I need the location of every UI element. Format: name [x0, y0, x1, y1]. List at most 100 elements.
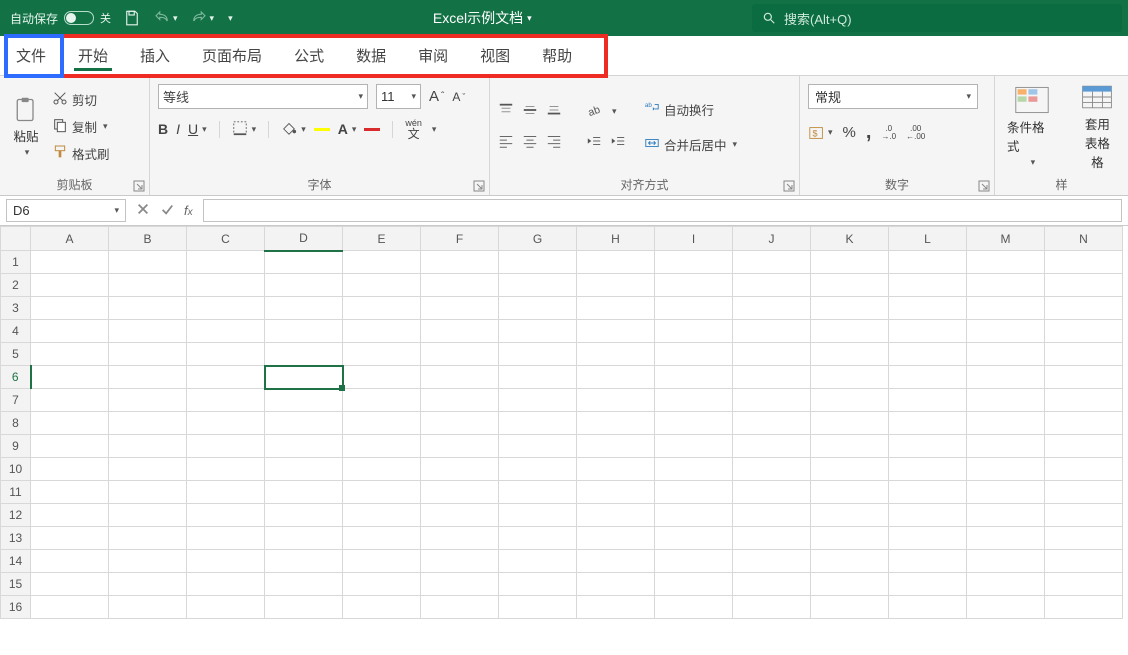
row-header[interactable]: 13 [1, 527, 31, 550]
cell[interactable] [343, 435, 421, 458]
cell[interactable] [187, 412, 265, 435]
cell[interactable] [811, 481, 889, 504]
cell[interactable] [31, 435, 109, 458]
decrease-indent-button[interactable] [586, 133, 602, 152]
conditional-formatting-button[interactable]: 条件格式▾ [1003, 83, 1061, 170]
cell[interactable] [733, 481, 811, 504]
cell[interactable] [343, 596, 421, 619]
cell[interactable] [421, 573, 499, 596]
cell[interactable] [187, 251, 265, 274]
cell[interactable] [655, 504, 733, 527]
cell[interactable] [577, 573, 655, 596]
cell[interactable] [733, 435, 811, 458]
cell[interactable] [967, 596, 1045, 619]
column-header[interactable]: C [187, 227, 265, 251]
formula-input[interactable] [203, 199, 1122, 222]
cell[interactable] [343, 274, 421, 297]
row-header[interactable]: 16 [1, 596, 31, 619]
cell[interactable] [109, 458, 187, 481]
cell[interactable] [889, 504, 967, 527]
worksheet-grid[interactable]: ABCDEFGHIJKLMN12345678910111213141516 [0, 226, 1128, 655]
row-header[interactable]: 2 [1, 274, 31, 297]
cell[interactable] [343, 481, 421, 504]
cell[interactable] [187, 343, 265, 366]
cell[interactable] [1045, 343, 1123, 366]
cell[interactable] [577, 550, 655, 573]
cell[interactable] [967, 274, 1045, 297]
column-header[interactable]: I [655, 227, 733, 251]
tab-help[interactable]: 帮助 [526, 36, 588, 75]
cell[interactable] [655, 274, 733, 297]
cell[interactable] [655, 297, 733, 320]
cell[interactable] [109, 389, 187, 412]
cell[interactable] [655, 412, 733, 435]
orientation-button[interactable]: ab [586, 102, 602, 121]
cell[interactable] [967, 412, 1045, 435]
cell[interactable] [811, 550, 889, 573]
cell[interactable] [499, 412, 577, 435]
tab-view[interactable]: 视图 [464, 36, 526, 75]
cell[interactable] [31, 343, 109, 366]
cell[interactable] [655, 435, 733, 458]
cell[interactable] [967, 320, 1045, 343]
cell[interactable] [655, 550, 733, 573]
cell[interactable] [889, 481, 967, 504]
cell[interactable] [733, 297, 811, 320]
cell[interactable] [811, 343, 889, 366]
borders-button[interactable]: ▾ [232, 120, 257, 139]
row-header[interactable]: 6 [1, 366, 31, 389]
cell[interactable] [811, 274, 889, 297]
cell[interactable] [265, 458, 343, 481]
font-size-select[interactable]: 11▾ [376, 84, 421, 109]
cell[interactable] [421, 366, 499, 389]
column-header[interactable]: J [733, 227, 811, 251]
cell[interactable] [265, 504, 343, 527]
cut-button[interactable]: 剪切 [50, 88, 112, 111]
cell[interactable] [31, 596, 109, 619]
cell[interactable] [577, 389, 655, 412]
cell[interactable] [109, 573, 187, 596]
cell[interactable] [499, 389, 577, 412]
row-header[interactable]: 3 [1, 297, 31, 320]
cell[interactable] [265, 343, 343, 366]
cell[interactable] [655, 596, 733, 619]
cell[interactable] [655, 458, 733, 481]
cell[interactable] [577, 343, 655, 366]
cell[interactable] [343, 320, 421, 343]
cell[interactable] [889, 274, 967, 297]
cell[interactable] [187, 458, 265, 481]
tab-insert[interactable]: 插入 [124, 36, 186, 75]
cell[interactable] [967, 366, 1045, 389]
row-header[interactable]: 11 [1, 481, 31, 504]
cell[interactable] [811, 366, 889, 389]
cell[interactable] [187, 504, 265, 527]
cell[interactable] [889, 366, 967, 389]
cell[interactable] [343, 504, 421, 527]
cell[interactable] [109, 504, 187, 527]
cell[interactable] [655, 573, 733, 596]
row-header[interactable]: 15 [1, 573, 31, 596]
cell[interactable] [1045, 251, 1123, 274]
cell[interactable] [577, 504, 655, 527]
cell[interactable] [499, 366, 577, 389]
number-format-select[interactable]: 常规▾ [808, 84, 978, 109]
cell[interactable] [31, 251, 109, 274]
cell[interactable] [187, 366, 265, 389]
cell[interactable] [733, 412, 811, 435]
cell[interactable] [499, 481, 577, 504]
cell[interactable] [421, 435, 499, 458]
cell[interactable] [421, 412, 499, 435]
cell[interactable] [811, 458, 889, 481]
decrease-decimal-button[interactable]: .00←.00 [906, 125, 925, 141]
cell[interactable] [31, 481, 109, 504]
cell[interactable] [577, 274, 655, 297]
increase-decimal-button[interactable]: .0→.0 [881, 125, 896, 141]
cell[interactable] [265, 481, 343, 504]
cell[interactable] [889, 297, 967, 320]
cell[interactable] [577, 366, 655, 389]
cell[interactable] [967, 550, 1045, 573]
column-header[interactable]: H [577, 227, 655, 251]
cell[interactable] [187, 573, 265, 596]
underline-button[interactable]: U▾ [188, 121, 207, 137]
cell[interactable] [421, 596, 499, 619]
